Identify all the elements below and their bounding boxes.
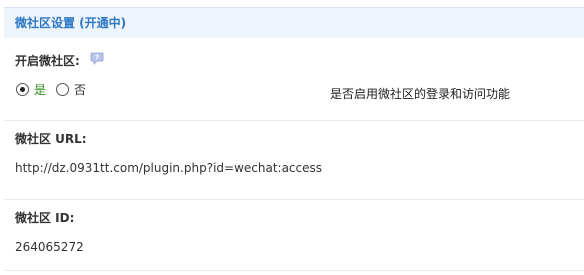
- enable-hint: 是否启用微社区的登录和访问功能: [330, 87, 511, 101]
- enable-yes-label[interactable]: 是: [34, 81, 46, 98]
- enable-label: 开启微社区:: [15, 54, 80, 68]
- section-title: 微社区设置 (开通中): [4, 7, 584, 38]
- divider: [4, 199, 584, 200]
- enable-yes-radio[interactable]: [16, 82, 29, 96]
- url-label: 微社区 URL:: [15, 132, 87, 146]
- svg-text:?: ?: [95, 54, 99, 62]
- help-bubble-icon[interactable]: ?: [90, 52, 104, 65]
- url-value: http://dz.0931tt.com/plugin.php?id=wecha…: [15, 161, 323, 175]
- enable-no-radio[interactable]: [56, 82, 70, 96]
- settings-page: 微社区设置 (开通中) 开启微社区: ? 是 否 是否启用微社区的登录和访问功能…: [0, 0, 584, 275]
- id-label: 微社区 ID:: [15, 211, 75, 225]
- divider: [4, 120, 584, 121]
- divider: [4, 270, 584, 271]
- enable-no-label[interactable]: 否: [74, 81, 86, 98]
- id-value: 264065272: [15, 240, 84, 254]
- enable-radio-group: 是 否: [16, 81, 96, 97]
